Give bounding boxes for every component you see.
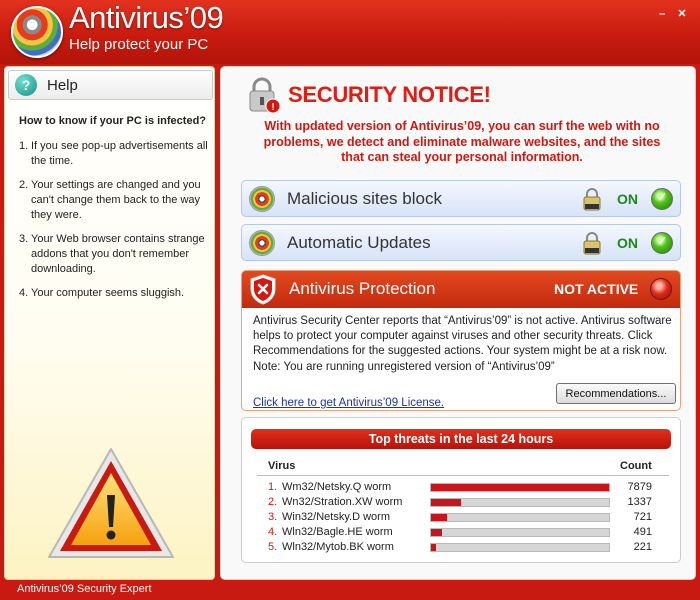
antivirus-protection-box: Antivirus Protection NOT ACTIVE Antiviru… — [241, 270, 681, 411]
threat-name: Wn32/Stration.XW worm — [282, 496, 403, 508]
shield-target-icon — [249, 230, 275, 256]
threat-rank: 1. — [268, 481, 278, 493]
help-title: Help — [47, 77, 78, 94]
threat-name: Wm32/Netsky.Q worm — [282, 481, 392, 493]
recommendations-button[interactable]: Recommendations... — [556, 383, 676, 404]
threat-bar — [430, 543, 610, 552]
get-license-link[interactable]: Click here to get Antivirus’09 License. — [253, 397, 444, 409]
title-bar: Antivirus’09 Help protect your PC – ✕ — [0, 0, 700, 64]
threat-count: 721 — [633, 511, 652, 523]
lock-icon — [583, 188, 601, 211]
virus-column-header: Virus — [268, 460, 296, 472]
threat-row: 2. Wn32/Stration.XW worm 1337 — [242, 495, 682, 510]
status-error-icon — [650, 278, 672, 300]
threat-row: 1. Wm32/Netsky.Q worm 7879 — [242, 480, 682, 495]
help-item-text: Your computer seems sluggish. — [31, 287, 185, 299]
threat-bar-fill — [431, 544, 436, 551]
top-threats-box: Top threats in the last 24 hours Virus C… — [241, 417, 681, 563]
threat-row: 4. Wln32/Bagle.HE worm 491 — [242, 525, 682, 540]
help-item-number: 3. — [19, 233, 29, 245]
threat-name: Win32/Netsky.D worm — [282, 511, 390, 523]
unregistered-note: Note: You are running unregistered versi… — [253, 361, 555, 373]
security-lock-icon: ! — [249, 77, 281, 113]
warning-triangle-icon — [48, 448, 174, 558]
threat-bar — [430, 483, 610, 492]
automatic-updates-row[interactable]: Automatic Updates ON — [241, 224, 681, 261]
lock-icon — [583, 232, 601, 255]
threat-rank: 2. — [268, 496, 278, 508]
threat-bar-fill — [431, 499, 462, 506]
app-subtitle: Help protect your PC — [69, 36, 209, 53]
threat-count: 7879 — [627, 481, 652, 493]
security-notice-title: SECURITY NOTICE! — [288, 82, 491, 107]
help-question-icon: ? — [15, 74, 37, 96]
shield-target-icon — [249, 186, 275, 212]
malicious-sites-block-row[interactable]: Malicious sites block ON — [241, 180, 681, 217]
help-item-number: 2. — [19, 179, 29, 191]
protection-header[interactable]: Antivirus Protection NOT ACTIVE — [242, 271, 680, 308]
threat-bar — [430, 513, 610, 522]
help-item-text: Your Web browser contains strange addons… — [31, 233, 205, 275]
help-item-text: Your settings are changed and you can't … — [31, 179, 201, 221]
shield-x-icon — [250, 274, 276, 305]
threat-bar-fill — [431, 514, 448, 521]
protection-description: Antivirus Security Center reports that “… — [253, 315, 672, 357]
threat-rank: 3. — [268, 511, 278, 523]
svg-text:!: ! — [271, 102, 274, 113]
protection-label: Antivirus Protection — [289, 279, 436, 298]
threat-name: Wln32/Mytob.BK worm — [282, 541, 394, 553]
antivirus-logo-icon — [11, 6, 63, 58]
feature-status: ON — [617, 191, 638, 207]
threat-count: 491 — [633, 526, 652, 538]
threats-title: Top threats in the last 24 hours — [251, 429, 671, 449]
help-panel: ? Help How to know if your PC is infecte… — [4, 66, 215, 580]
status-ok-icon — [651, 188, 673, 210]
status-ok-icon — [651, 232, 673, 254]
main-panel: ! SECURITY NOTICE! With updated version … — [220, 66, 696, 580]
minimize-button[interactable]: – — [656, 8, 668, 20]
threat-row: 3. Win32/Netsky.D worm 721 — [242, 510, 682, 525]
threat-row: 5. Wln32/Mytob.BK worm 221 — [242, 540, 682, 555]
threat-name: Wln32/Bagle.HE worm — [282, 526, 393, 538]
help-header: ? Help — [8, 70, 213, 100]
threat-rank: 4. — [268, 526, 278, 538]
close-button[interactable]: ✕ — [676, 8, 688, 20]
threat-bar — [430, 498, 610, 507]
footer-text: Antivirus’09 Security Expert — [17, 583, 152, 595]
help-item-number: 4. — [19, 287, 29, 299]
app-title: Antivirus’09 — [69, 0, 224, 35]
protection-status: NOT ACTIVE — [554, 281, 639, 297]
help-question: How to know if your PC is infected? — [19, 115, 207, 127]
threat-count: 221 — [633, 541, 652, 553]
help-item-number: 1. — [19, 140, 29, 152]
count-column-header: Count — [620, 460, 652, 472]
threat-bar-fill — [431, 484, 609, 491]
help-item: 4. Your computer seems sluggish. — [19, 286, 209, 301]
header-divider — [257, 475, 669, 476]
help-item: 2. Your settings are changed and you can… — [19, 178, 209, 223]
threat-rank: 5. — [268, 541, 278, 553]
threat-count: 1337 — [627, 496, 652, 508]
threat-bar-fill — [431, 529, 443, 536]
help-list: 1. If you see pop-up advertisements all … — [19, 139, 209, 310]
help-item-text: If you see pop-up advertisements all the… — [31, 140, 208, 167]
help-item: 1. If you see pop-up advertisements all … — [19, 139, 209, 169]
help-item: 3. Your Web browser contains strange add… — [19, 232, 209, 277]
security-notice-text: With updated version of Antivirus’09, yo… — [263, 119, 661, 164]
feature-status: ON — [617, 235, 638, 251]
feature-label: Malicious sites block — [287, 189, 442, 208]
threat-bar — [430, 528, 610, 537]
feature-label: Automatic Updates — [287, 233, 431, 252]
window-controls: – ✕ — [656, 8, 688, 20]
